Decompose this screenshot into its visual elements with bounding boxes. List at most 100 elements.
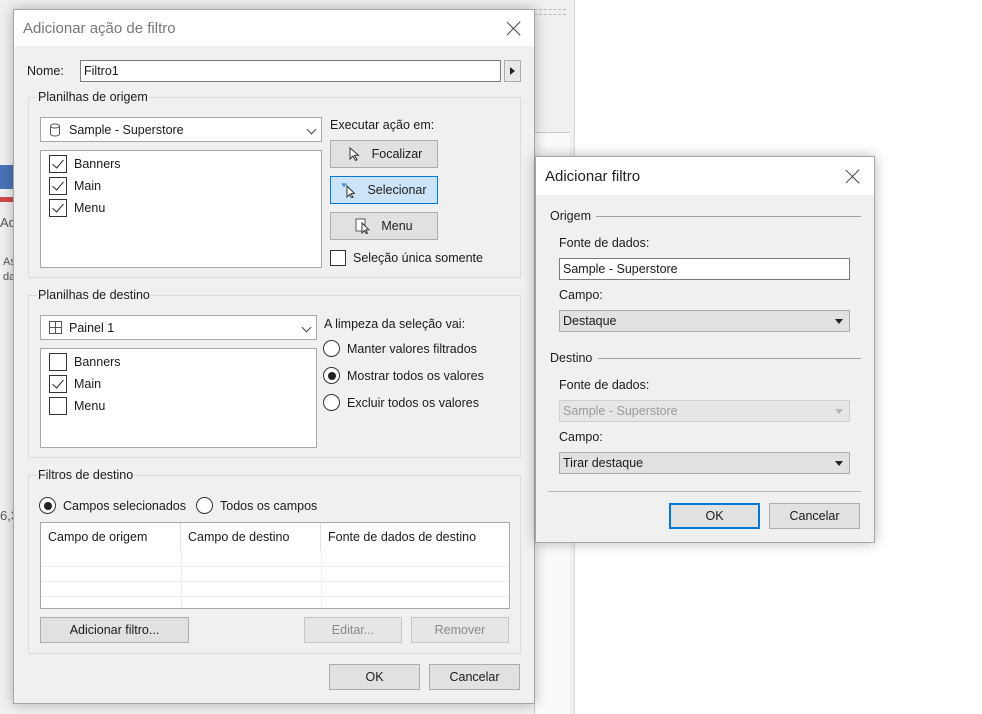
chevron-down-icon [306,124,317,135]
run-action-label: Executar ação em: [330,118,435,132]
origin-datasource-label: Fonte de dados: [559,236,650,250]
destination-field-select[interactable]: Tirar destaque [559,452,850,474]
single-select-option[interactable]: Seleção única somente [330,248,483,268]
source-sheet-item-main[interactable]: Main [49,176,101,196]
action-button-label: Focalizar [371,147,423,161]
radio-button[interactable] [39,497,56,514]
cancel-button[interactable]: Cancelar [429,664,520,690]
checkbox[interactable] [49,397,67,415]
source-sheets-label: Planilhas de origem [37,90,149,104]
target-sheet-item-main[interactable]: Main [49,374,101,394]
section-divider [596,216,861,217]
origin-field-select[interactable]: Destaque [559,310,850,332]
radio-button[interactable] [196,497,213,514]
source-datasource-value: Sample - Superstore [69,122,184,137]
database-icon [50,123,60,136]
filter-option-all-fields[interactable]: Todos os campos [196,497,317,514]
checkbox[interactable] [49,155,67,173]
button-label: Adicionar filtro... [69,623,160,637]
radio-button[interactable] [323,367,340,384]
filter-option-label: Todos os campos [220,498,318,513]
button-label: OK [705,509,724,523]
column-header-label: Fonte de dados de destino [328,530,477,544]
source-sheet-label: Main [74,179,102,193]
add-filter-button[interactable]: Adicionar filtro... [40,617,189,643]
target-sheets-label: Planilhas de destino [37,288,151,302]
origin-field-value: Destaque [563,314,617,328]
table-row [41,566,509,567]
background-divider [534,9,566,10]
target-sheet-label: Menu [74,399,106,413]
edit-filter-button[interactable]: Editar... [304,617,402,643]
close-icon[interactable] [506,20,522,36]
button-label: OK [365,670,384,684]
destination-section-label: Destino [550,351,593,365]
target-sheet-item-menu[interactable]: Menu [49,396,105,416]
target-filters-table: Campo de origem Campo de destino Fonte d… [40,522,510,609]
clear-option-keep[interactable]: Manter valores filtrados [323,340,477,357]
clear-option-show-all[interactable]: Mostrar todos os valores [323,367,484,384]
column-header-source-field[interactable]: Campo de origem [41,523,181,551]
source-sheet-item-menu[interactable]: Menu [49,198,105,218]
background-divider [534,14,566,15]
source-sheet-item-banners[interactable]: Banners [49,154,121,174]
action-button-label: Selecionar [367,183,427,197]
target-sheet-item-banners[interactable]: Banners [49,352,121,372]
checkbox[interactable] [330,250,346,266]
column-header-label: Campo de origem [48,530,148,544]
radio-button[interactable] [323,394,340,411]
radio-button[interactable] [323,340,340,357]
dialog-titlebar: Adicionar ação de filtro [14,10,534,46]
column-header-target-datasource[interactable]: Fonte de dados de destino [321,523,509,551]
background-blue-bar [0,165,14,189]
clear-option-exclude-all[interactable]: Excluir todos os valores [323,394,479,411]
pointer-icon [349,146,360,162]
footer-divider [548,491,861,492]
source-datasource-select[interactable]: Sample - Superstore [40,117,322,142]
checkbox[interactable] [49,353,67,371]
name-input-value: Filtro1 [84,64,119,78]
filter-action-dialog: Adicionar ação de filtro Nome: Filtro1 P… [13,9,535,704]
target-sheet-label: Banners [74,355,121,369]
action-menu-button[interactable]: Menu [330,212,438,240]
target-sheets-list: Banners Main Menu [40,348,317,448]
remove-filter-button[interactable]: Remover [411,617,509,643]
column-divider [181,551,182,608]
origin-datasource-field: Sample - Superstore [559,258,850,280]
target-dashboard-select[interactable]: Painel 1 [40,315,317,340]
checkbox[interactable] [49,199,67,217]
action-select-button[interactable]: Selecionar [330,176,438,204]
origin-datasource-value: Sample - Superstore [563,262,678,276]
dialog-title: Adicionar ação de filtro [23,20,176,37]
destination-datasource-select[interactable]: Sample - Superstore [559,400,850,422]
column-header-target-field[interactable]: Campo de destino [181,523,321,551]
table-row [41,581,509,582]
close-icon[interactable] [845,168,861,184]
ok-button[interactable]: OK [329,664,420,690]
checkbox[interactable] [49,375,67,393]
column-divider [321,551,322,608]
filter-option-selected-fields[interactable]: Campos selecionados [39,497,186,514]
source-sheet-label: Banners [74,157,121,171]
menu-pointer-icon [355,218,371,234]
chevron-down-icon [301,322,312,333]
dropdown-arrow-icon [835,319,843,324]
source-sheet-label: Menu [74,201,106,215]
action-button-label: Menu [381,219,413,233]
destination-field-value: Tirar destaque [563,456,644,470]
add-filter-cancel-button[interactable]: Cancelar [769,503,860,529]
filter-option-label: Campos selecionados [63,498,186,513]
dialog-title: Adicionar filtro [545,168,641,185]
name-label: Nome: [27,64,64,78]
add-filter-ok-button[interactable]: OK [669,503,760,529]
button-label: Remover [434,623,486,637]
insert-field-button[interactable] [504,60,521,82]
dialog-titlebar: Adicionar filtro [536,157,874,195]
action-hover-button[interactable]: Focalizar [330,140,438,168]
clear-selection-label: A limpeza da seleção vai: [324,317,466,331]
checkbox[interactable] [49,177,67,195]
button-label: Cancelar [449,670,500,684]
button-label: Cancelar [789,509,840,523]
name-input[interactable]: Filtro1 [80,60,501,82]
clear-option-label: Mostrar todos os valores [347,368,484,383]
